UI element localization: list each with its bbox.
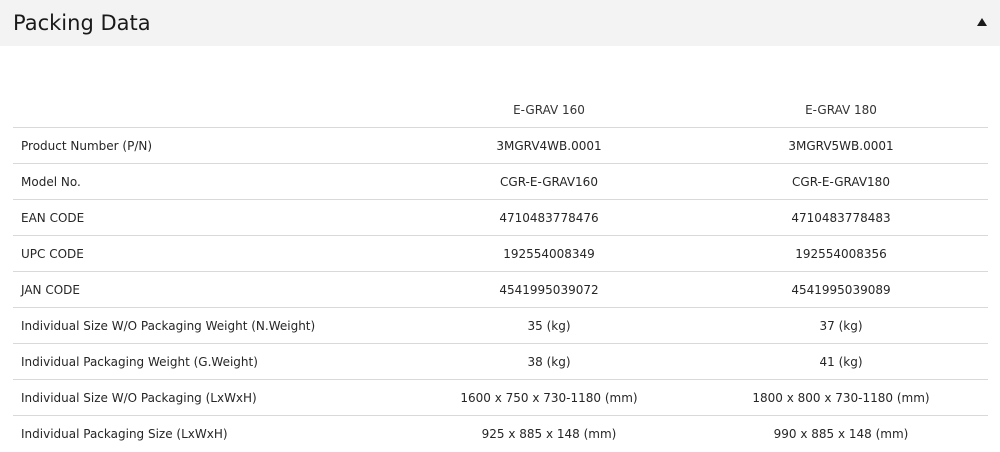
row-label: Individual Size W/O Packaging Weight (N.… <box>21 319 316 333</box>
row-label: Product Number (P/N) <box>21 139 153 153</box>
packing-data-table: E-GRAV 160 E-GRAV 180 Product Number (P/… <box>13 92 988 452</box>
row-value: 3MGRV4WB.0001 <box>496 139 602 153</box>
row-value: 35 (kg) <box>527 319 571 333</box>
table-row: Model No. CGR-E-GRAV160 CGR-E-GRAV180 <box>13 164 988 200</box>
row-value: CGR-E-GRAV180 <box>792 175 890 189</box>
row-value: 41 (kg) <box>819 355 863 369</box>
row-value: 4710483778483 <box>791 211 891 225</box>
row-value: 925 x 885 x 148 (mm) <box>481 427 617 441</box>
row-value: 4541995039072 <box>499 283 599 297</box>
row-label: JAN CODE <box>21 283 80 297</box>
row-value: 37 (kg) <box>819 319 863 333</box>
row-value: 4541995039089 <box>791 283 891 297</box>
table-row: Individual Packaging Weight (G.Weight) 3… <box>13 344 988 380</box>
row-label: Model No. <box>21 175 81 189</box>
row-value: 1600 x 750 x 730-1180 (mm) <box>460 391 638 405</box>
row-label: UPC CODE <box>21 247 84 261</box>
row-value: 4710483778476 <box>499 211 599 225</box>
table-row: Individual Size W/O Packaging (LxWxH) 16… <box>13 380 988 416</box>
row-label: Individual Packaging Size (LxWxH) <box>21 427 228 441</box>
table-row: Individual Packaging Size (LxWxH) 925 x … <box>13 416 988 452</box>
section-title: Packing Data <box>13 11 151 35</box>
caret-up-icon[interactable] <box>977 18 987 26</box>
row-value: 3MGRV5WB.0001 <box>788 139 894 153</box>
row-label: EAN CODE <box>21 211 85 225</box>
row-value: 192554008356 <box>795 247 887 261</box>
table-row: UPC CODE 192554008349 192554008356 <box>13 236 988 272</box>
section-header[interactable]: Packing Data <box>0 0 1000 46</box>
table-row: JAN CODE 4541995039072 4541995039089 <box>13 272 988 308</box>
row-value: 1800 x 800 x 730-1180 (mm) <box>752 391 930 405</box>
table-row: EAN CODE 4710483778476 4710483778483 <box>13 200 988 236</box>
row-label: Individual Size W/O Packaging (LxWxH) <box>21 391 257 405</box>
row-value: CGR-E-GRAV160 <box>500 175 598 189</box>
table-row: Product Number (P/N) 3MGRV4WB.0001 3MGRV… <box>13 128 988 164</box>
row-value: 192554008349 <box>503 247 595 261</box>
row-value: 990 x 885 x 148 (mm) <box>773 427 909 441</box>
table-header-row: E-GRAV 160 E-GRAV 180 <box>13 92 988 128</box>
row-value: 38 (kg) <box>527 355 571 369</box>
row-label: Individual Packaging Weight (G.Weight) <box>21 355 258 369</box>
column-header: E-GRAV 180 <box>805 103 877 117</box>
table-row: Individual Size W/O Packaging Weight (N.… <box>13 308 988 344</box>
column-header: E-GRAV 160 <box>513 103 585 117</box>
